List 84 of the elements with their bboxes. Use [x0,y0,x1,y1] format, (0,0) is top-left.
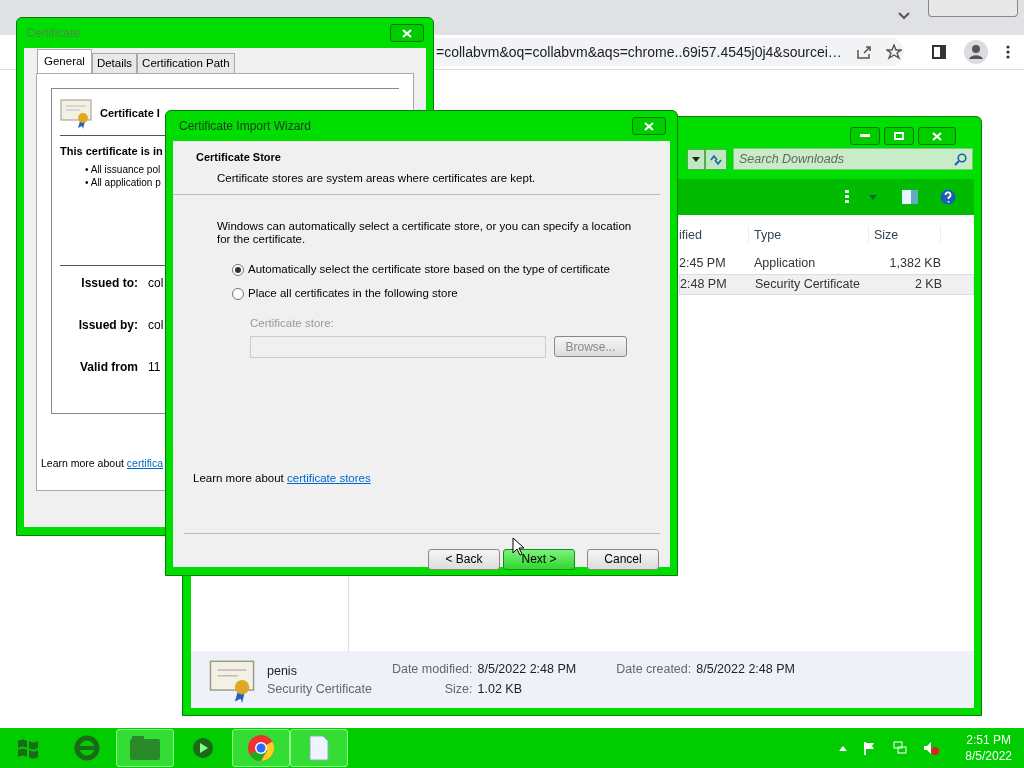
learn-more-text: Learn more about [193,472,285,485]
refresh-button[interactable] [705,148,727,170]
field-label: Issued to: [80,275,139,292]
field-label: Certificate store: [250,316,335,331]
certificate-heading: Certificate I [100,105,160,121]
close-button[interactable] [632,117,666,135]
field-label: Size: [443,681,473,698]
help-icon[interactable] [940,189,956,205]
field-label: Date modified: [391,661,473,679]
profile-icon[interactable] [964,40,988,64]
file-row[interactable]: 2:48 PM Security Certificate 2 KB [679,274,974,295]
purpose-heading: This certificate is in [60,144,163,159]
field-value: col [148,275,164,292]
radio-option[interactable]: Place all certificates in the following store [232,282,640,306]
dropdown-button[interactable] [687,148,705,170]
tab[interactable]: General [37,49,92,73]
field-label: Date created: [616,661,692,679]
tab[interactable]: Certification Path [137,53,235,73]
step-description: Certificate stores are system areas where certificates are kept. [217,170,537,186]
preview-pane-icon[interactable] [902,190,918,204]
search-field[interactable]: Search Downloads [733,148,973,170]
file-row[interactable]: 2:45 PM Application 1,382 KB [679,253,974,274]
tab[interactable]: Details [91,53,138,73]
browser-e-icon [73,735,101,761]
field-value: 8/5/2022 2:48 PM [477,661,577,679]
clock-date: 8/5/2022 [965,748,1012,764]
certificate-icon [60,97,92,129]
certificate-link[interactable]: certifica [126,457,163,469]
field-value: col [148,317,164,334]
chevron-icon[interactable] [898,12,910,20]
bullet-text: • All issuance pol [85,163,161,176]
address-bar[interactable]: =collabvm&oq=collabvm&aqs=chrome..69i57.4545j0j4&sourcei… [434,38,904,66]
caret-icon[interactable] [869,194,877,200]
wizard-button[interactable]: Cancel [587,548,659,570]
view-icon[interactable] [845,190,849,204]
star-icon[interactable] [885,44,902,60]
wizard-button[interactable]: Next > [503,548,575,570]
folder-icon [130,736,160,760]
field-label: Issued by: [77,317,139,334]
maximize-button[interactable] [884,127,914,145]
minimize-icon [860,134,870,138]
caret-icon [692,157,700,163]
menu-icon[interactable] [1006,45,1010,59]
certificate-stores-link[interactable]: certificate stores [287,472,371,485]
field-label: Valid from [79,359,139,376]
windows-logo-icon [16,737,40,759]
window-controls[interactable] [928,0,1018,17]
refresh-icon [709,153,723,166]
bullet-text: • All application p [85,176,161,189]
taskbar-item[interactable] [232,729,290,767]
file-type: Security Certificate [267,680,372,698]
instruction-text: Windows can automatically select a certificate store, or you can specify a location for the certificate. [217,220,633,246]
search-icon [954,152,967,166]
step-heading: Certificate Store [196,150,282,165]
window-title: Certificate [26,25,81,42]
document-icon [309,735,329,761]
speaker-muted-icon[interactable] [923,741,940,755]
column-header[interactable]: Type [749,225,869,245]
window-title: Certificate Import Wizard [179,118,312,135]
clock-time: 2:51 PM [965,732,1012,748]
close-button[interactable] [918,127,956,145]
wizard-button[interactable]: < Back [428,548,500,570]
chrome-logo-icon [247,734,275,762]
file-name: penis [267,662,298,680]
close-icon [932,131,942,141]
field-value: 11 [148,359,161,376]
side-panel-icon[interactable] [932,45,946,59]
close-button[interactable] [390,24,424,42]
minimize-button[interactable] [850,127,880,145]
maximize-icon [894,132,904,140]
close-icon [644,121,654,131]
cursor-icon [512,537,524,556]
taskbar-item[interactable] [116,729,174,767]
field-value: 1.02 KB [477,681,523,698]
search-placeholder: Search Downloads [739,150,845,168]
learn-more-text: Learn more about [41,457,125,469]
close-icon [402,28,412,38]
url-text: =collabvm&oq=collabvm&aqs=chrome..69i57.4545j0j4&sourcei… [436,42,842,62]
field-value: 8/5/2022 2:48 PM [696,661,795,679]
radio-option[interactable]: Automatically select the certificate store based on the type of certificate [232,258,640,282]
column-header[interactable]: Size [869,225,941,245]
share-icon[interactable] [855,44,872,60]
column-header[interactable]: ified [679,225,749,245]
play-icon [192,737,214,759]
